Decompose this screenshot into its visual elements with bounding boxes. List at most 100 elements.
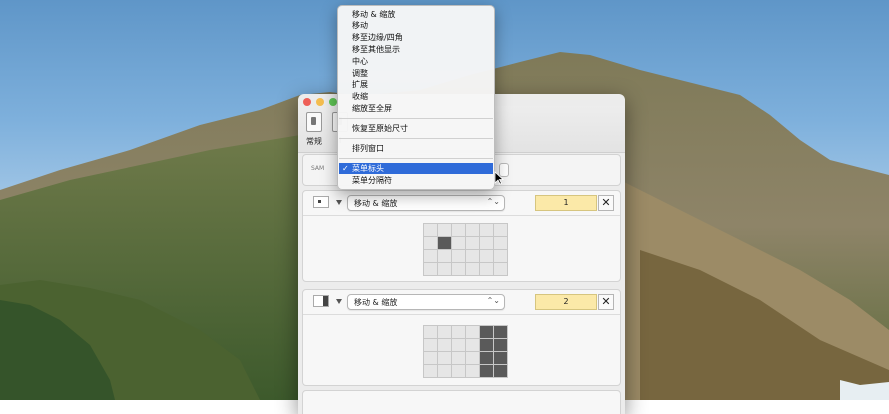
grid-area [303, 315, 620, 378]
grid-cell[interactable] [424, 237, 437, 249]
grid-cell[interactable] [438, 339, 451, 351]
remove-action-button[interactable]: ✕ [598, 195, 614, 211]
grid-cell-selected[interactable] [480, 365, 493, 377]
disclosure-triangle-icon[interactable] [336, 299, 342, 304]
grid-cell[interactable] [424, 352, 437, 364]
disclosure-triangle-icon[interactable] [336, 200, 342, 205]
sam-label: SAM [311, 165, 325, 172]
tab-general[interactable]: 常规 [300, 112, 328, 147]
grid-cell[interactable] [452, 339, 465, 351]
grid-cell[interactable] [466, 365, 479, 377]
tab-general-label: 常规 [306, 137, 322, 146]
action-row: 移动 & 缩放 ⌃⌄ 1 ✕ [303, 191, 620, 216]
menu-item-label: 恢复至原始尺寸 [352, 124, 408, 133]
menu-item-move-to-edge[interactable]: 移至边缘/四角 [339, 32, 493, 43]
grid-cell[interactable] [466, 224, 479, 236]
grid-cell-selected[interactable] [494, 365, 507, 377]
grid-cell[interactable] [424, 250, 437, 262]
menu-item-label: 缩放至全屏 [352, 104, 392, 113]
chevron-updown-icon: ⌃⌄ [486, 296, 500, 305]
grid-area [303, 216, 620, 276]
grid-cell[interactable] [452, 263, 465, 275]
grid-cell[interactable] [424, 326, 437, 338]
action-panel [302, 390, 621, 414]
grid-cell-selected[interactable] [438, 237, 451, 249]
menu-item-menu-header[interactable]: ✓ 菜单标头 [339, 163, 493, 174]
chevron-updown-icon: ⌃⌄ [486, 197, 500, 206]
grid-cell-selected[interactable] [494, 326, 507, 338]
grid-cell[interactable] [452, 326, 465, 338]
menu-item-arrange-windows[interactable]: 排列窗口 [339, 143, 493, 154]
layout-grid[interactable] [423, 325, 508, 378]
grid-cell-selected[interactable] [494, 339, 507, 351]
menu-item-label: 扩展 [352, 80, 368, 89]
menu-item-label: 菜单标头 [352, 164, 384, 173]
menu-item-move-resize[interactable]: 移动 & 缩放 [339, 9, 493, 20]
grid-cell[interactable] [494, 224, 507, 236]
grid-cell-selected[interactable] [494, 352, 507, 364]
grid-cell[interactable] [438, 326, 451, 338]
grid-cell[interactable] [438, 250, 451, 262]
menu-item-fullscreen[interactable]: 缩放至全屏 [339, 103, 493, 114]
menu-separator [339, 118, 493, 119]
grid-cell[interactable] [494, 263, 507, 275]
layout-grid[interactable] [423, 223, 508, 276]
grid-cell[interactable] [438, 352, 451, 364]
remove-action-button[interactable]: ✕ [598, 294, 614, 310]
grid-cell[interactable] [466, 339, 479, 351]
grid-cell[interactable] [424, 365, 437, 377]
menu-item-center[interactable]: 中心 [339, 56, 493, 67]
grid-cell[interactable] [466, 250, 479, 262]
menu-item-adjust[interactable]: 调整 [339, 68, 493, 79]
menu-item-restore-size[interactable]: 恢复至原始尺寸 [339, 123, 493, 134]
menu-separator [339, 138, 493, 139]
menu-item-move[interactable]: 移动 [339, 20, 493, 31]
layout-thumbnail [313, 295, 329, 307]
grid-cell[interactable] [466, 326, 479, 338]
checkmark-icon: ✓ [342, 164, 349, 173]
grid-cell[interactable] [466, 263, 479, 275]
menu-item-label: 移至边缘/四角 [352, 33, 403, 42]
action-popup-menu: 移动 & 缩放 移动 移至边缘/四角 移至其他显示 中心 调整 扩展 收缩 缩放… [337, 5, 495, 190]
grid-cell[interactable] [480, 237, 493, 249]
grid-cell[interactable] [438, 263, 451, 275]
close-window-button[interactable] [303, 98, 311, 106]
menu-item-label: 移动 & 缩放 [352, 10, 396, 19]
grid-cell[interactable] [438, 365, 451, 377]
shortcut-field[interactable]: 1 [535, 195, 597, 211]
grid-cell[interactable] [424, 224, 437, 236]
grid-cell[interactable] [494, 237, 507, 249]
minimize-window-button[interactable] [316, 98, 324, 106]
action-select[interactable]: 移动 & 缩放 ⌃⌄ [347, 294, 505, 310]
menu-item-move-to-display[interactable]: 移至其他显示 [339, 44, 493, 55]
menu-item-grow[interactable]: 扩展 [339, 79, 493, 90]
grid-cell[interactable] [452, 365, 465, 377]
grid-cell[interactable] [466, 352, 479, 364]
grid-cell[interactable] [466, 237, 479, 249]
grid-cell[interactable] [480, 250, 493, 262]
thumbnail-mark [318, 200, 321, 203]
mouse-pointer-icon [494, 171, 504, 185]
grid-cell[interactable] [452, 237, 465, 249]
grid-cell[interactable] [438, 224, 451, 236]
zoom-window-button[interactable] [329, 98, 337, 106]
grid-cell[interactable] [424, 263, 437, 275]
grid-cell[interactable] [480, 224, 493, 236]
grid-cell-selected[interactable] [480, 339, 493, 351]
grid-cell[interactable] [494, 250, 507, 262]
grid-cell[interactable] [452, 352, 465, 364]
grid-cell-selected[interactable] [480, 326, 493, 338]
grid-cell[interactable] [452, 224, 465, 236]
action-panel: 移动 & 缩放 ⌃⌄ 1 ✕ [302, 190, 621, 282]
grid-cell-selected[interactable] [480, 352, 493, 364]
action-select[interactable]: 移动 & 缩放 ⌃⌄ [347, 195, 505, 211]
menu-item-label: 中心 [352, 57, 368, 66]
grid-cell[interactable] [424, 339, 437, 351]
menu-item-label: 菜单分隔符 [352, 176, 392, 185]
thumbnail-mark [323, 296, 328, 306]
menu-item-shrink[interactable]: 收缩 [339, 91, 493, 102]
grid-cell[interactable] [480, 263, 493, 275]
grid-cell[interactable] [452, 250, 465, 262]
menu-item-menu-separator[interactable]: 菜单分隔符 [339, 175, 493, 186]
shortcut-field[interactable]: 2 [535, 294, 597, 310]
